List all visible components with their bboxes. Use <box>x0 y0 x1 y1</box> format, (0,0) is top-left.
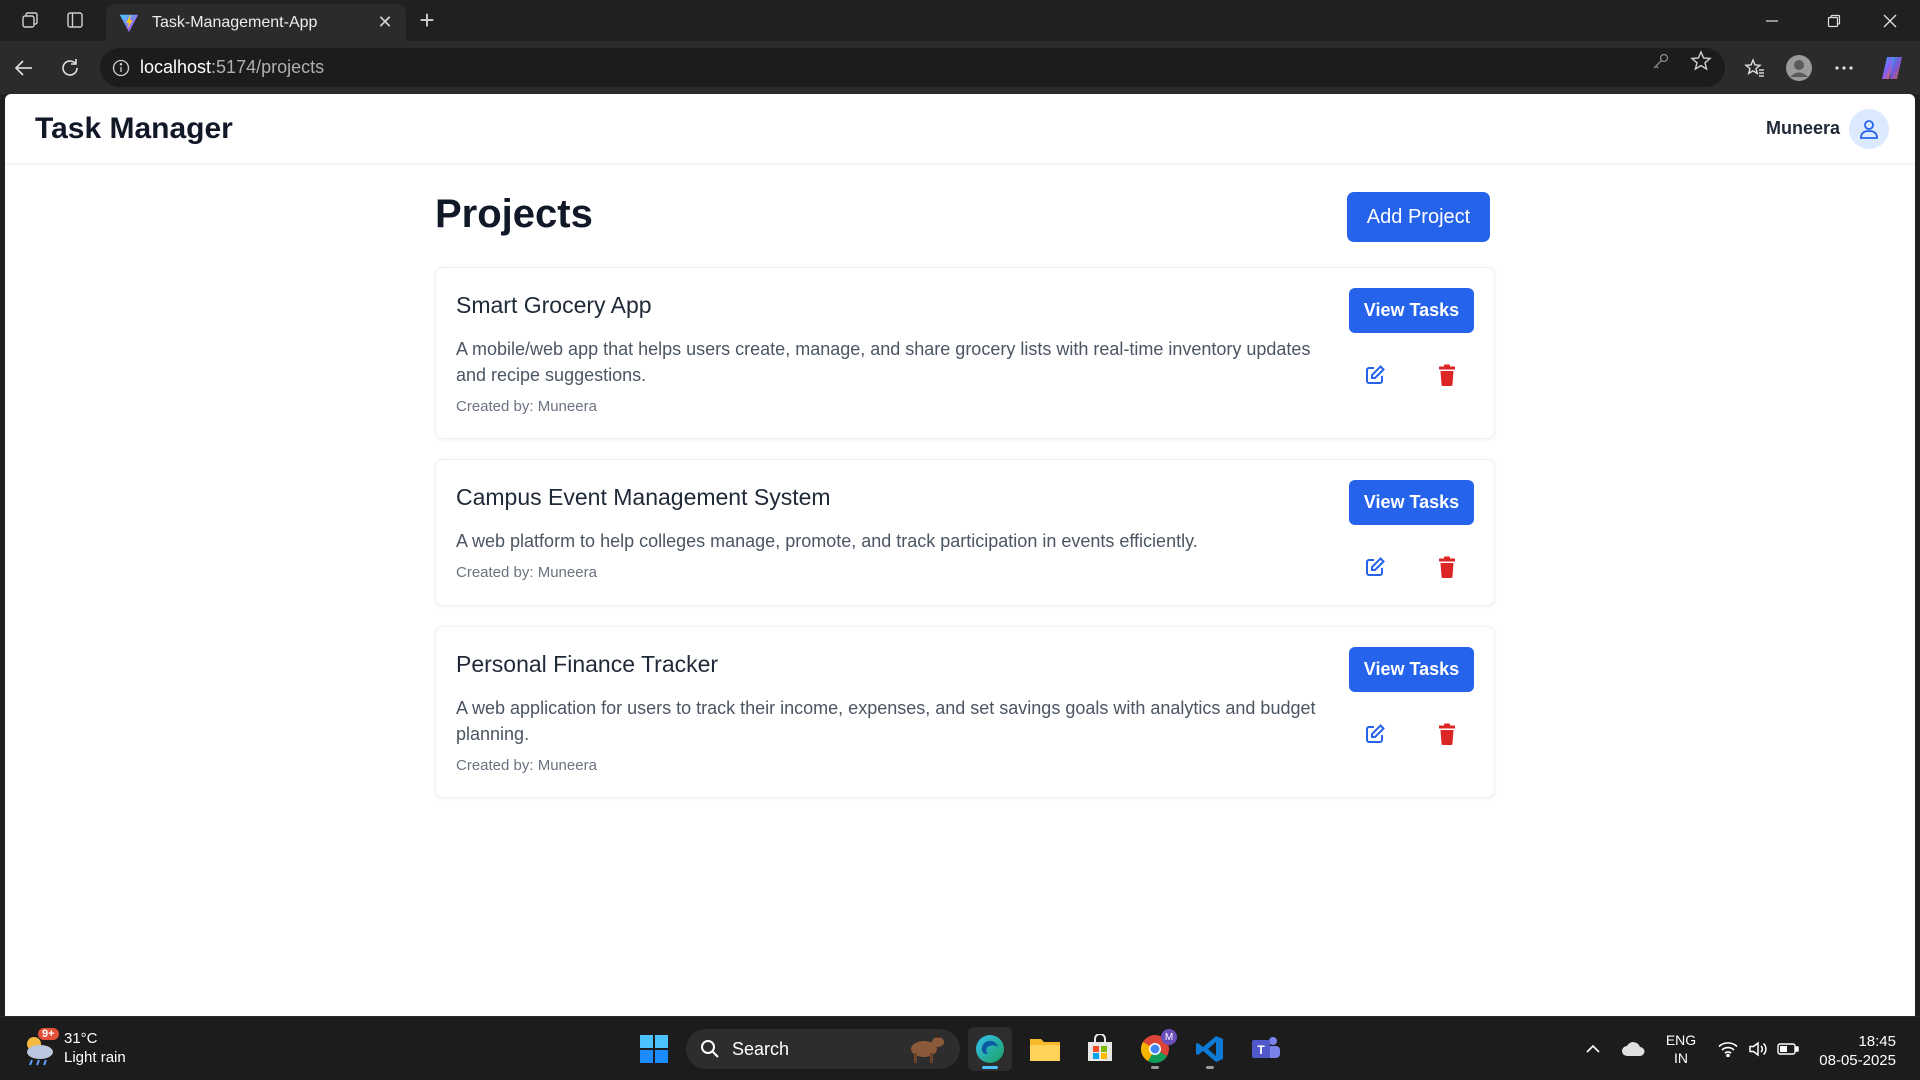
page-title: Projects <box>435 192 593 236</box>
search-highlight-icon <box>911 1034 944 1063</box>
view-tasks-button[interactable]: View Tasks <box>1349 647 1474 692</box>
browser-toolbar: localhost:5174/projects <box>0 41 1920 94</box>
address-bar[interactable]: localhost:5174/projects <box>100 48 1725 87</box>
brand-title[interactable]: Task Manager <box>35 112 233 146</box>
windows-start-icon[interactable] <box>632 1027 676 1071</box>
microsoft-store-icon[interactable] <box>1078 1027 1122 1071</box>
taskbar: 9+ 31°C Light rain Search M T ENG IN 18:… <box>0 1016 1920 1080</box>
delete-icon[interactable] <box>1433 361 1461 389</box>
tab-actions-icon[interactable] <box>60 5 90 35</box>
project-creator: Created by: Muneera <box>456 757 597 774</box>
edit-icon[interactable] <box>1361 361 1389 389</box>
project-name: Campus Event Management System <box>456 484 831 510</box>
project-card: Campus Event Management System A web pla… <box>435 459 1495 606</box>
clock-date: 08-05-2025 <box>1819 1052 1896 1069</box>
project-card: Smart Grocery App A mobile/web app that … <box>435 267 1495 439</box>
delete-icon[interactable] <box>1433 553 1461 581</box>
project-card: Personal Finance Tracker A web applicati… <box>435 626 1495 798</box>
language-indicator[interactable]: ENG IN <box>1661 1017 1701 1080</box>
weather-widget[interactable]: 9+ 31°C Light rain <box>20 1028 126 1067</box>
delete-icon[interactable] <box>1433 720 1461 748</box>
favorite-star-icon[interactable] <box>1688 49 1714 73</box>
password-key-icon[interactable] <box>1648 49 1674 73</box>
app-header: Task Manager Muneera <box>5 94 1915 164</box>
weather-badge: 9+ <box>38 1028 59 1040</box>
page-viewport: Task Manager Muneera Projects Add Projec… <box>5 94 1915 1016</box>
add-project-button[interactable]: Add Project <box>1347 192 1490 242</box>
project-description: A web application for users to track the… <box>456 698 1316 744</box>
view-tasks-button[interactable]: View Tasks <box>1349 288 1474 333</box>
battery-icon[interactable] <box>1774 1017 1802 1080</box>
back-icon[interactable] <box>6 50 42 86</box>
tab-task-management[interactable]: Task-Management-App ✕ <box>106 4 406 41</box>
svg-text:T: T <box>1257 1043 1265 1057</box>
file-explorer-icon[interactable] <box>1023 1027 1067 1071</box>
view-tasks-button[interactable]: View Tasks <box>1349 480 1474 525</box>
rain-cloud-icon: 9+ <box>20 1028 59 1066</box>
show-hidden-icons-chevron-icon[interactable] <box>1578 1017 1608 1080</box>
close-window-icon[interactable] <box>1862 0 1918 41</box>
temperature: 31°C <box>64 1030 98 1047</box>
project-description: A web platform to help colleges manage, … <box>456 531 1198 551</box>
weather-condition: Light rain <box>64 1049 126 1066</box>
search-label: Search <box>732 1038 790 1059</box>
taskbar-search[interactable]: Search <box>686 1029 960 1069</box>
tab-title: Task-Management-App <box>152 13 318 31</box>
minimize-icon[interactable] <box>1744 0 1800 41</box>
favorites-icon[interactable] <box>1737 50 1773 86</box>
url-text: localhost:5174/projects <box>140 57 325 77</box>
more-options-icon[interactable] <box>1826 50 1862 86</box>
workspaces-icon[interactable] <box>15 5 45 35</box>
vscode-icon[interactable] <box>1188 1027 1232 1071</box>
copilot-icon[interactable] <box>1874 50 1910 86</box>
project-creator: Created by: Muneera <box>456 564 597 581</box>
chrome-icon[interactable]: M <box>1133 1027 1177 1071</box>
close-tab-icon[interactable]: ✕ <box>374 12 396 33</box>
site-info-icon[interactable] <box>112 59 130 77</box>
vite-favicon-icon <box>119 13 139 32</box>
project-name: Smart Grocery App <box>456 292 652 318</box>
chrome-profile-badge: M <box>1161 1029 1177 1045</box>
browser-titlebar: Task-Management-App ✕ + <box>0 0 1920 41</box>
user-avatar-icon[interactable] <box>1849 109 1889 149</box>
new-tab-icon[interactable]: + <box>412 5 442 35</box>
onedrive-cloud-icon[interactable] <box>1618 1017 1648 1080</box>
restore-icon[interactable] <box>1806 0 1862 41</box>
project-description: A mobile/web app that helps users create… <box>456 339 1311 385</box>
edge-browser-icon[interactable] <box>968 1027 1012 1071</box>
page-header: Projects Add Project <box>430 192 1490 244</box>
wifi-icon[interactable] <box>1714 1017 1742 1080</box>
clock-time: 18:45 <box>1858 1033 1896 1050</box>
reload-icon[interactable] <box>52 50 88 86</box>
project-creator: Created by: Muneera <box>456 398 597 415</box>
teams-icon[interactable]: T <box>1243 1027 1287 1071</box>
projects-section: Projects Add Project Smart Grocery App A… <box>430 192 1495 798</box>
user-name: Muneera <box>1765 118 1840 138</box>
edit-icon[interactable] <box>1361 720 1389 748</box>
profile-avatar-icon[interactable] <box>1781 50 1817 86</box>
volume-icon[interactable] <box>1744 1017 1772 1080</box>
clock[interactable]: 18:45 08-05-2025 <box>1819 1032 1896 1070</box>
edit-icon[interactable] <box>1361 553 1389 581</box>
search-icon <box>701 1040 719 1058</box>
project-name: Personal Finance Tracker <box>456 651 719 677</box>
